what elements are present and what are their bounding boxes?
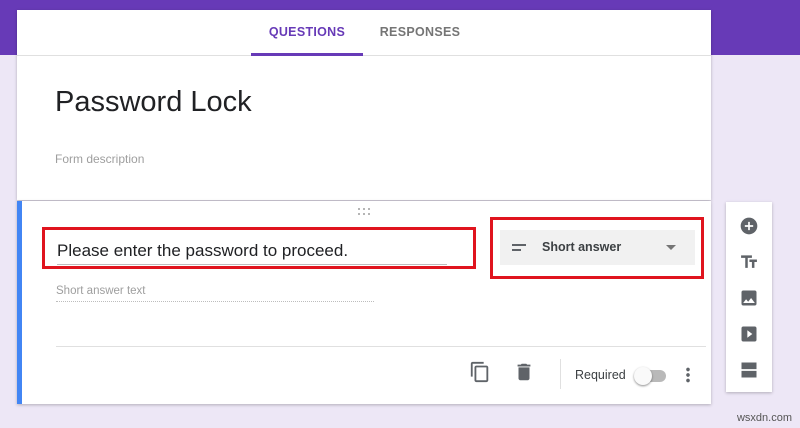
add-section-button[interactable] [726,352,772,388]
watermark: wsxdn.com [736,412,792,424]
question-title-text[interactable]: Please enter the password to proceed. [57,241,348,261]
add-video-button[interactable] [726,316,772,352]
question-title-underline [57,264,447,265]
form-description-field[interactable]: Form description [55,152,695,170]
chevron-down-icon [666,245,676,250]
question-card[interactable]: Please enter the password to proceed. Sh… [17,201,711,404]
add-image-button[interactable] [726,280,772,316]
tab-questions[interactable]: QUESTIONS [251,10,363,56]
question-type-dropdown[interactable]: Short answer [500,230,695,265]
copy-icon[interactable] [469,361,491,388]
question-title-field[interactable]: Please enter the password to proceed. [42,227,476,269]
question-type-label: Short answer [542,240,622,254]
image-icon [741,290,757,306]
required-toggle[interactable] [634,366,668,386]
trash-icon[interactable] [513,361,535,388]
form-header-card: QUESTIONS RESPONSES Password Lock Form d… [17,10,711,200]
toggle-knob [634,367,652,385]
footer-separator [560,359,561,389]
more-vert-icon[interactable] [677,364,699,391]
short-text-icon [512,241,530,255]
answer-underline [56,301,374,302]
footer-divider [56,346,706,347]
section-icon [741,362,757,378]
tab-bar: QUESTIONS RESPONSES [17,10,711,56]
drag-handle-icon[interactable] [358,208,374,218]
form-title[interactable]: Password Lock [55,86,252,119]
side-toolbar [726,202,772,392]
required-label: Required [575,368,626,382]
video-icon [741,326,757,342]
question-type-highlight: Short answer [490,217,704,279]
add-circle-icon [740,217,758,235]
title-text-icon [741,255,757,268]
tab-responses[interactable]: RESPONSES [375,10,465,56]
add-title-button[interactable] [726,244,772,280]
short-answer-placeholder: Short answer text [56,285,146,297]
add-question-button[interactable] [726,208,772,244]
